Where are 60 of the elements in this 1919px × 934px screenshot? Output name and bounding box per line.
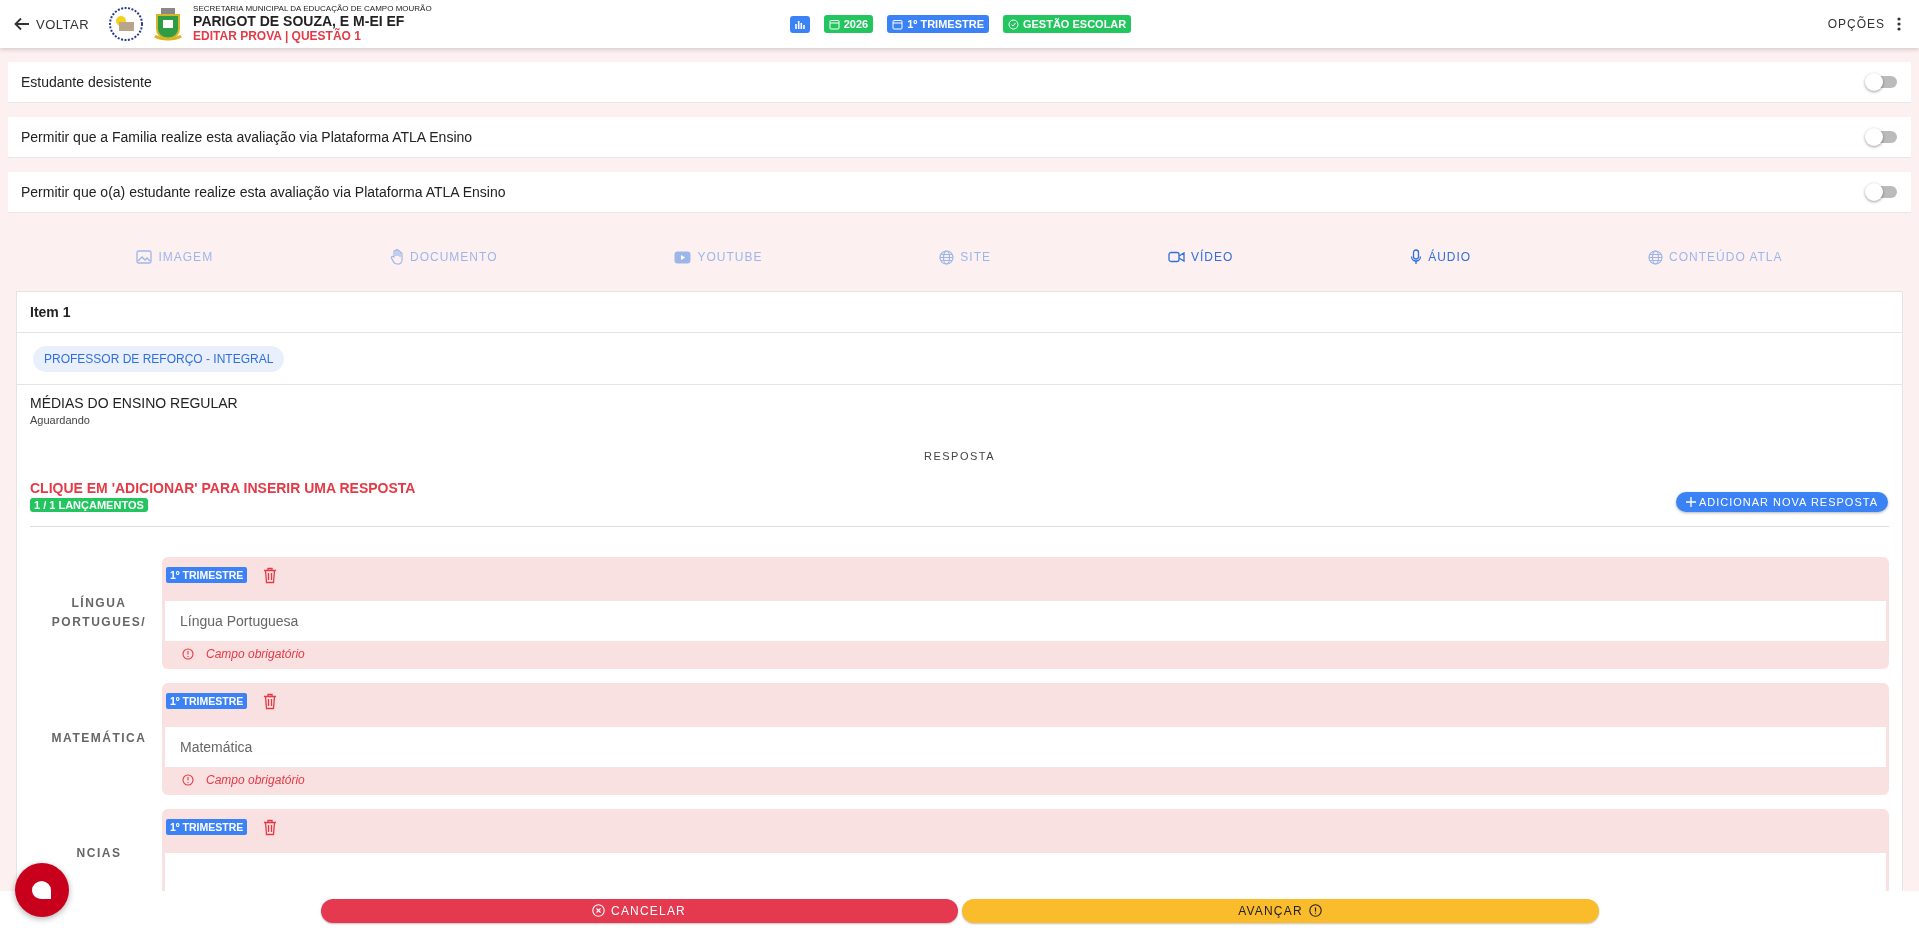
back-arrow-icon	[14, 17, 30, 31]
add-response-button[interactable]: ADICIONAR NOVA RESPOSTA	[1675, 492, 1888, 512]
setting-label: Permitir que o(a) estudante realize esta avaliação via Plataforma ATLA Ensino	[21, 184, 506, 200]
microphone-icon	[1410, 249, 1423, 265]
cancel-button[interactable]: CANCELAR	[320, 898, 958, 923]
alert-icon	[182, 774, 194, 786]
calendar-icon	[828, 18, 840, 30]
crest-icon	[153, 6, 184, 42]
check-circle-icon	[1007, 18, 1019, 30]
header-chip[interactable]: 1º TRIMESTRE	[887, 15, 989, 33]
plus-icon	[1685, 497, 1696, 507]
term-badge: 1º TRIMESTRE	[166, 567, 248, 583]
image-icon	[136, 250, 153, 264]
play-icon	[674, 250, 692, 264]
item-title: Item 1	[30, 304, 71, 320]
bar-chart-icon	[794, 18, 805, 30]
subject-label: MATEMÁTICA	[51, 729, 147, 748]
header-chip[interactable]: GESTÃO ESCOLAR	[1002, 15, 1132, 33]
section-status: Aguardando	[30, 414, 91, 426]
org-name: SECRETARIA MUNICIPAL DA EDUCAÇÃO DE CAMPO MOURÃO	[193, 5, 432, 15]
instruction-text: CLIQUE EM 'ADICIONAR' PARA INSERIR UMA RESPOSTA	[30, 480, 416, 496]
page-subtitle: EDITAR PROVA | QUESTÃO 1	[193, 29, 362, 43]
term-badge: 1º TRIMESTRE	[166, 693, 248, 709]
setting-label: Permitir que a Familia realize esta avaliação via Plataforma ATLA Ensino	[21, 129, 473, 145]
hand-icon	[390, 249, 405, 265]
response-heading: RESPOSTA	[923, 450, 996, 462]
alert-icon	[1308, 904, 1322, 917]
options-button[interactable]: OPÇÕES	[1347, 16, 1907, 32]
advance-button[interactable]: AVANÇAR	[961, 898, 1599, 923]
setting-label: Estudante desistente	[21, 74, 152, 90]
subject-label: LÍNGUA PORTUGUES/	[50, 594, 148, 631]
answer-input[interactable]: Língua Portuguesa	[165, 601, 1886, 641]
toggle-switch[interactable]	[1867, 76, 1897, 88]
count-badge: 1 / 1 LANÇAMENTOS	[30, 498, 148, 512]
media-tab[interactable]: VÍDEO	[1159, 244, 1242, 270]
globe-icon	[1648, 249, 1664, 265]
error-message: Campo obrigatório	[206, 773, 305, 787]
term-badge: 1º TRIMESTRE	[166, 819, 248, 835]
close-icon	[592, 904, 605, 917]
more-icon	[1897, 17, 1901, 31]
media-tab[interactable]: ÁUDIO	[1402, 243, 1480, 271]
alert-icon	[182, 648, 194, 660]
answer-input[interactable]: Matemática	[165, 727, 1886, 767]
section-title: MÉDIAS DO ENSINO REGULAR	[30, 395, 239, 411]
trash-icon[interactable]	[263, 818, 278, 836]
header-chip[interactable]: 2026	[823, 15, 874, 33]
video-camera-icon	[1167, 251, 1185, 263]
calendar-icon	[892, 18, 904, 30]
subject-label: NCIAS	[76, 845, 122, 863]
role-chip: PROFESSOR DE REFORÇO - INTEGRAL	[33, 345, 285, 372]
answer-input[interactable]	[165, 853, 1886, 891]
toggle-switch[interactable]	[1867, 186, 1897, 198]
chat-bubble-icon	[31, 880, 53, 900]
globe-icon	[939, 249, 955, 265]
back-button[interactable]: VOLTAR	[14, 9, 100, 39]
trash-icon[interactable]	[263, 566, 278, 584]
toggle-switch[interactable]	[1867, 131, 1897, 143]
emblem-icon	[109, 7, 144, 41]
trash-icon[interactable]	[263, 692, 278, 710]
error-message: Campo obrigatório	[206, 647, 305, 661]
